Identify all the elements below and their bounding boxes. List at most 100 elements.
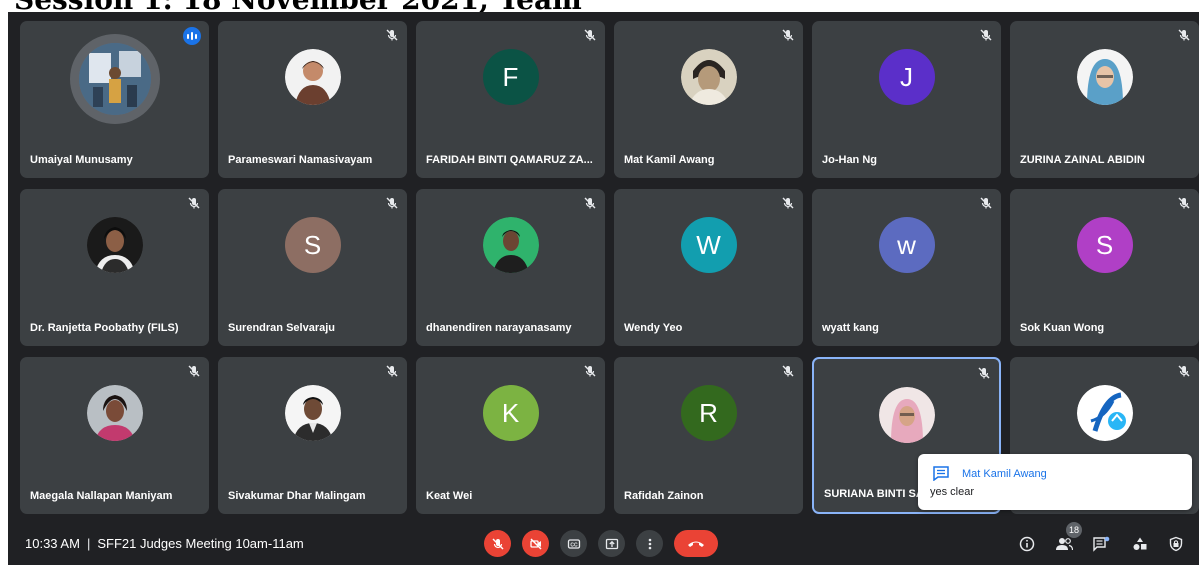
mic-off-icon: [386, 365, 398, 377]
avatar: F: [482, 49, 539, 105]
avatar: S: [284, 217, 341, 273]
avatar: [284, 49, 341, 105]
mic-off-icon: [386, 197, 398, 209]
activities-icon: [1133, 537, 1147, 550]
clock-time: 10:33 AM: [25, 536, 80, 551]
avatar: [69, 34, 160, 124]
avatar: W: [680, 217, 737, 273]
mic-off-icon: [386, 29, 398, 41]
participant-tile[interactable]: Sivakumar Dhar Malingam: [218, 357, 407, 514]
participant-name: dhanendiren narayanasamy: [426, 322, 572, 334]
avatar: [878, 387, 935, 443]
mic-off-icon: [1178, 197, 1190, 209]
participant-name: Surendran Selvaraju: [228, 322, 335, 334]
participant-tile[interactable]: Parameswari Namasivayam: [218, 21, 407, 178]
more-vert-icon: [648, 538, 651, 549]
speaking-indicator-icon: [183, 27, 201, 45]
participant-tile[interactable]: S Surendran Selvaraju: [218, 189, 407, 346]
mic-off-icon: [980, 197, 992, 209]
mic-off-icon: [782, 29, 794, 41]
mic-off-icon: [492, 538, 503, 549]
chat-message-icon: [933, 466, 949, 481]
meeting-details-button[interactable]: [1016, 533, 1038, 555]
people-icon: [1056, 538, 1073, 551]
bottom-control-bar: 10:33 AM | SFF21 Judges Meeting 10am-11am …: [8, 522, 1199, 565]
meeting-title: SFF21 Judges Meeting 10am-11am: [97, 536, 304, 551]
mic-off-icon: [978, 367, 990, 379]
participant-tile[interactable]: ZURINA ZAINAL ABIDIN: [1010, 21, 1199, 178]
participant-tile[interactable]: W Wendy Yeo: [614, 189, 803, 346]
participant-tile[interactable]: Mat Kamil Awang: [614, 21, 803, 178]
mic-off-icon: [188, 365, 200, 377]
avatar: [86, 217, 143, 273]
host-controls-button[interactable]: [1165, 533, 1187, 555]
present-button[interactable]: [598, 530, 625, 557]
avatar: J: [878, 49, 935, 105]
mic-off-icon: [584, 365, 596, 377]
participant-tile[interactable]: R Rafidah Zainon: [614, 357, 803, 514]
participant-name: Sivakumar Dhar Malingam: [228, 490, 366, 502]
captions-button[interactable]: CC: [560, 530, 587, 557]
camera-off-icon: [529, 538, 541, 549]
participant-name: Dr. Ranjetta Poobathy (FILS): [30, 322, 179, 334]
participant-tile[interactable]: Dr. Ranjetta Poobathy (FILS): [20, 189, 209, 346]
avatar: w: [878, 217, 935, 273]
avatar: [1076, 385, 1133, 441]
mic-off-icon: [782, 197, 794, 209]
participant-tile[interactable]: S Sok Kuan Wong: [1010, 189, 1199, 346]
session-banner: Session 1: 18 November 2021, Team: [0, 0, 1199, 12]
participant-name: Maegala Nallapan Maniyam: [30, 490, 173, 502]
participant-tile[interactable]: dhanendiren narayanasamy: [416, 189, 605, 346]
participant-name: Umaiyal Munusamy: [30, 154, 133, 166]
meeting-info: 10:33 AM | SFF21 Judges Meeting 10am-11am: [25, 536, 304, 551]
participant-tile[interactable]: Umaiyal Munusamy: [20, 21, 209, 178]
chat-button[interactable]: [1090, 533, 1112, 555]
activities-button[interactable]: [1129, 533, 1151, 555]
present-screen-icon: [605, 538, 618, 549]
camera-toggle-button[interactable]: [522, 530, 549, 557]
avatar: [1076, 49, 1133, 105]
participant-name: Rafidah Zainon: [624, 490, 704, 502]
session-banner-text: Session 1: 18 November 2021, Team: [14, 0, 582, 12]
participant-name: Keat Wei: [426, 490, 473, 502]
leave-call-button[interactable]: [674, 530, 718, 557]
avatar: R: [680, 385, 737, 441]
mic-toggle-button[interactable]: [484, 530, 511, 557]
mic-off-icon: [584, 29, 596, 41]
participant-name: Mat Kamil Awang: [624, 154, 715, 166]
chat-sender-name: Mat Kamil Awang: [962, 468, 1047, 480]
mic-off-icon: [980, 29, 992, 41]
participant-name: FARIDAH BINTI QAMARUZ ZA...: [426, 154, 593, 166]
participant-name: SURIANA BINTI SA: [824, 488, 924, 500]
call-end-icon: [688, 541, 704, 547]
participant-tile[interactable]: F FARIDAH BINTI QAMARUZ ZA...: [416, 21, 605, 178]
participant-name: ZURINA ZAINAL ABIDIN: [1020, 154, 1145, 166]
mic-off-icon: [1178, 365, 1190, 377]
participant-tile[interactable]: K Keat Wei: [416, 357, 605, 514]
participant-name: Parameswari Namasivayam: [228, 154, 373, 166]
participant-grid: Umaiyal Munusamy Parameswari Namasivayam…: [20, 21, 1199, 514]
participant-tile[interactable]: J Jo-Han Ng: [812, 21, 1001, 178]
mic-off-icon: [584, 197, 596, 209]
participant-name: Wendy Yeo: [624, 322, 683, 334]
avatar: [680, 49, 737, 105]
avatar: S: [1076, 217, 1133, 273]
chat-notification-toast[interactable]: Mat Kamil Awang yes clear: [918, 454, 1192, 510]
dna-logo-icon: [1076, 385, 1133, 441]
avatar: K: [482, 385, 539, 441]
participant-name: Jo-Han Ng: [822, 154, 877, 166]
participant-tile[interactable]: w wyatt kang: [812, 189, 1001, 346]
participant-tile[interactable]: Maegala Nallapan Maniyam: [20, 357, 209, 514]
mic-off-icon: [782, 365, 794, 377]
participant-count-badge: 18: [1066, 522, 1082, 538]
more-options-button[interactable]: [636, 530, 663, 557]
avatar: [482, 217, 539, 273]
chat-message-text: yes clear: [930, 486, 975, 498]
captions-icon: CC: [567, 538, 580, 549]
mic-off-icon: [188, 197, 200, 209]
participant-name: Sok Kuan Wong: [1020, 322, 1105, 334]
avatar: [86, 385, 143, 441]
shield-lock-icon: [1169, 536, 1183, 552]
info-icon: [1019, 536, 1035, 552]
svg-text:CC: CC: [570, 542, 578, 548]
